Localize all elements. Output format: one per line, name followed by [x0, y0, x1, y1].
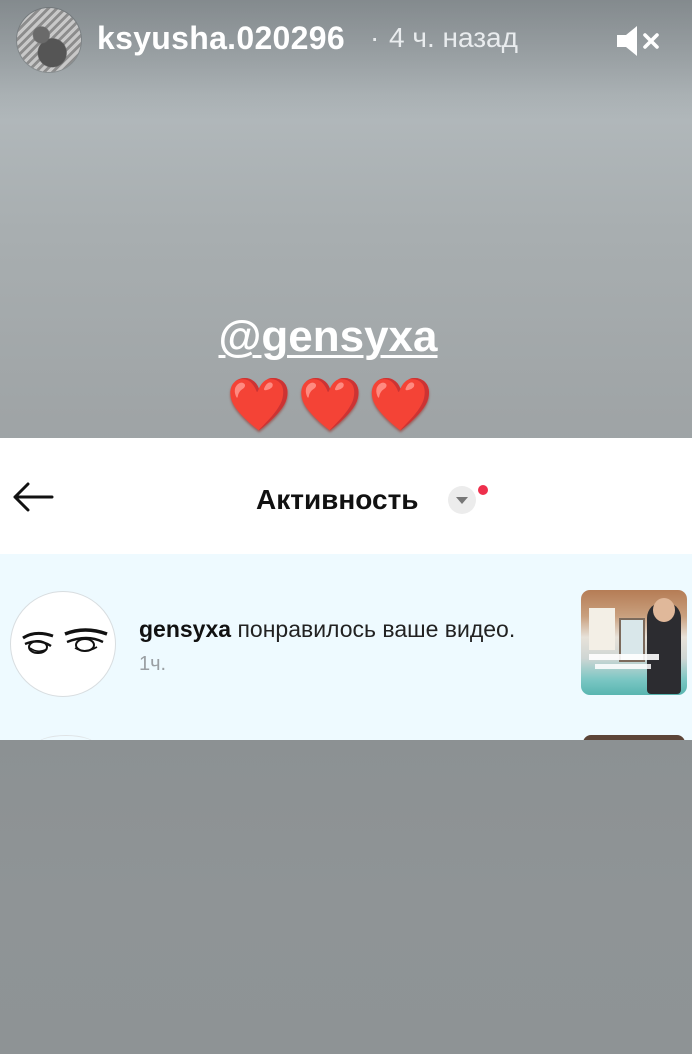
activity-header: Активность — [0, 438, 692, 554]
notification-time: 1ч. — [139, 653, 167, 675]
arrow-left-icon[interactable] — [12, 482, 54, 512]
notification-dot — [478, 485, 488, 495]
thumb-wall — [589, 608, 615, 650]
story-background — [0, 740, 692, 1054]
notification-action: понравилось ваше видео. — [231, 616, 516, 642]
separator-dot: · — [370, 22, 380, 53]
chevron-down-icon — [456, 497, 468, 504]
story-header: ksyusha.020296 · 4 ч. назад — [0, 0, 692, 82]
mention-sticker[interactable]: @gensyxa — [0, 312, 656, 362]
speaker-muted-icon[interactable] — [615, 24, 665, 58]
username[interactable]: ksyusha.020296 — [97, 20, 345, 57]
thumb-face — [653, 598, 675, 622]
thumb-caption — [595, 664, 651, 669]
hearts-emoji: ❤️❤️❤️ — [226, 376, 440, 434]
notification-avatar[interactable] — [10, 591, 116, 697]
activity-screenshot: Активность gensyxa понравилось ваше виде… — [0, 438, 692, 740]
anime-eyes-icon — [22, 628, 108, 654]
video-thumbnail[interactable] — [581, 590, 687, 695]
notification-user[interactable]: gensyxa — [139, 616, 231, 642]
notification-text: gensyxa понравилось ваше видео. — [139, 616, 515, 643]
notification-row[interactable]: gensyxa понравилось ваше видео. 1ч. — [0, 554, 692, 740]
user-avatar[interactable] — [17, 8, 81, 72]
thumb-caption — [589, 654, 659, 660]
time-ago: 4 ч. назад — [389, 22, 518, 53]
page-title: Активность — [256, 484, 419, 515]
